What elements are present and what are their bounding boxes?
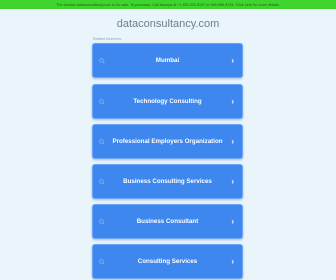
sale-banner-text[interactable]: The domain dataconsultancy.com is for sa… — [56, 3, 280, 7]
chevron-right-icon: › — [231, 216, 234, 226]
related-link-technology-consulting[interactable]: Technology Consulting › — [92, 84, 243, 119]
related-link-professional-employers-organization[interactable]: Professional Employers Organization › — [92, 124, 243, 159]
domain-title: dataconsultancy.com — [116, 18, 220, 30]
related-link-business-consulting-services[interactable]: Business Consulting Services › — [92, 164, 243, 199]
chevron-right-icon: › — [231, 256, 234, 266]
related-link-label: Business Consulting Services — [123, 178, 212, 185]
related-searches-label: Related Searches: — [93, 37, 122, 41]
search-icon — [99, 57, 105, 64]
related-link-label: Professional Employers Organization — [112, 138, 223, 145]
chevron-right-icon: › — [231, 96, 234, 106]
related-link-label: Consulting Services — [137, 258, 198, 265]
related-link-business-consultant[interactable]: Business Consultant › — [92, 204, 243, 239]
related-link-consulting-services[interactable]: Consulting Services › — [92, 244, 243, 279]
related-link-label: Business Consultant — [136, 218, 199, 225]
chevron-right-icon: › — [231, 136, 234, 146]
chevron-right-icon: › — [231, 55, 234, 65]
search-icon — [99, 178, 105, 185]
search-icon — [99, 98, 105, 105]
related-link-mumbai[interactable]: Mumbai › — [92, 43, 243, 78]
search-icon — [99, 138, 105, 145]
related-link-label: Technology Consulting — [133, 98, 202, 105]
chevron-right-icon: › — [231, 176, 234, 186]
sale-banner[interactable]: The domain dataconsultancy.com is for sa… — [0, 0, 336, 9]
search-icon — [99, 218, 105, 225]
related-link-label: Mumbai — [155, 57, 180, 64]
search-icon — [99, 258, 105, 265]
